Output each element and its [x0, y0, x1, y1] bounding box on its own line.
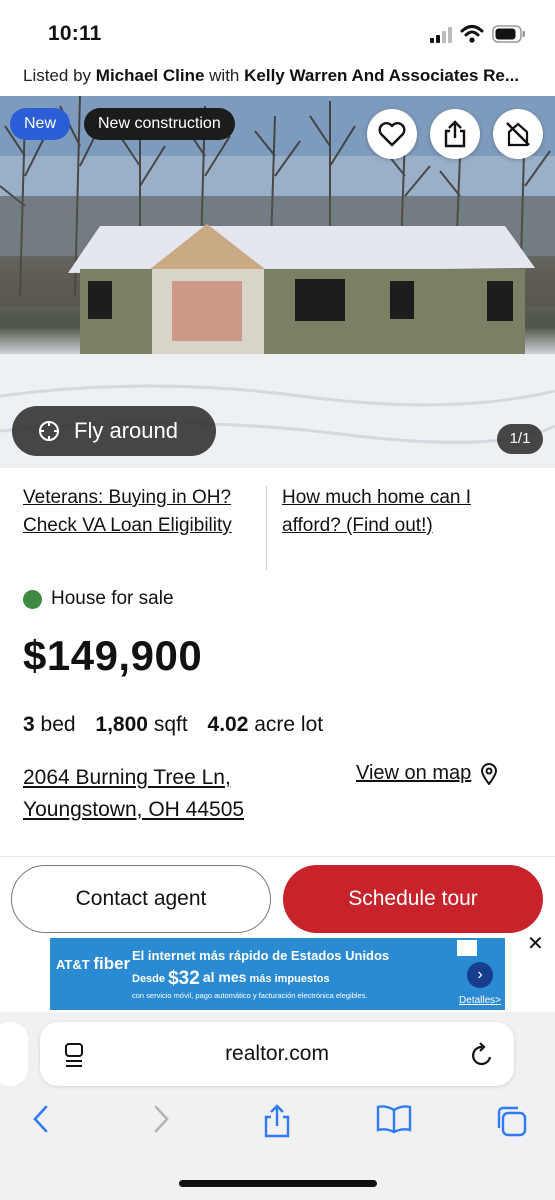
- sqft-value: 1,800: [95, 713, 148, 736]
- view-on-map-label: View on map: [356, 762, 472, 784]
- drone-icon: [39, 421, 59, 441]
- listing-photo[interactable]: New New construction Fly around 1/1: [0, 96, 555, 468]
- favorite-button[interactable]: [367, 109, 417, 159]
- lot-label: acre lot: [254, 713, 324, 736]
- view-on-map-link[interactable]: View on map: [356, 762, 498, 785]
- status-dot-icon: [23, 589, 42, 609]
- url-text: realtor.com: [225, 1042, 329, 1065]
- ad-close-icon[interactable]: ✕: [527, 931, 544, 956]
- ad-brand: AT&T fiber: [56, 954, 130, 974]
- affordability-link[interactable]: How much home can I afford? (Find out!): [282, 484, 532, 540]
- address-link[interactable]: 2064 Burning Tree Ln, Youngstown, OH 445…: [23, 762, 244, 826]
- bookmarks-icon[interactable]: [376, 1104, 412, 1134]
- contact-agent-button[interactable]: Contact agent: [11, 865, 271, 933]
- ad-price: $32: [168, 968, 200, 989]
- address-line-1: 2064 Burning Tree Ln,: [23, 766, 231, 789]
- map-pin-icon: [481, 762, 498, 785]
- schedule-tour-button[interactable]: Schedule tour: [283, 865, 543, 933]
- listing-price: $149,900: [23, 632, 203, 679]
- hide-listing-button[interactable]: [493, 109, 543, 159]
- battery-icon: [492, 25, 525, 43]
- cellular-signal-icon: [430, 27, 452, 43]
- listing-status: House for sale: [23, 588, 174, 610]
- previous-tab-pill[interactable]: [0, 1022, 28, 1086]
- address-line-2: Youngstown, OH 44505: [23, 798, 245, 821]
- ad-fine-print: con servicio móvil, pago automático y fa…: [132, 991, 368, 1000]
- status-bar: 10:11: [0, 0, 555, 62]
- reload-icon[interactable]: [470, 1042, 494, 1068]
- share-icon: [444, 120, 466, 148]
- tabs-icon[interactable]: [494, 1104, 528, 1138]
- listing-status-label: House for sale: [51, 588, 174, 609]
- fly-around-button[interactable]: Fly around: [12, 406, 216, 456]
- ad-headline: El internet más rápido de Estados Unidos: [132, 948, 390, 963]
- wifi-icon: [460, 25, 484, 43]
- ad-brand-att: AT&T: [56, 957, 90, 972]
- action-bar: Contact agent Schedule tour: [0, 856, 555, 938]
- browser-toolbar: realtor.com: [0, 1012, 555, 1200]
- agent-name[interactable]: Michael Cline: [96, 66, 205, 85]
- beds-value: 3: [23, 713, 35, 736]
- ad-arrow-icon[interactable]: ›: [467, 962, 493, 988]
- heart-icon: [378, 122, 406, 147]
- ad-desde: Desde: [132, 973, 166, 985]
- listing-credit: Listed by Michael Cline with Kelly Warre…: [23, 66, 543, 86]
- property-facts: 3 bed 1,800 sqft 4.02 acre lot: [23, 713, 323, 737]
- sqft-label: sqft: [153, 713, 188, 736]
- promo-divider: [266, 486, 267, 570]
- photo-counter: 1/1: [497, 424, 543, 454]
- va-loan-link[interactable]: Veterans: Buying in OH? Check VA Loan El…: [23, 484, 253, 540]
- hide-home-icon: [506, 122, 530, 147]
- advertisement-banner[interactable]: AT&T fiber El internet más rápido de Est…: [50, 938, 505, 1010]
- ad-brand-fiber: fiber: [93, 954, 131, 973]
- new-badge: New: [10, 108, 71, 140]
- home-indicator: [179, 1180, 377, 1187]
- new-construction-badge: New construction: [84, 108, 235, 140]
- back-icon[interactable]: [30, 1104, 52, 1134]
- listed-by-label: Listed by: [23, 66, 92, 85]
- beds-label: bed: [40, 713, 76, 736]
- ad-per-month: al mes: [202, 969, 247, 985]
- ad-taxes: más impuestos: [249, 973, 330, 985]
- ad-details-link[interactable]: Detalles>: [459, 995, 501, 1006]
- address-bar[interactable]: realtor.com: [40, 1022, 514, 1086]
- brokerage-name[interactable]: Kelly Warren And Associates Re...: [244, 66, 519, 85]
- fly-around-label: Fly around: [74, 418, 178, 443]
- clock: 10:11: [48, 22, 102, 45]
- share-button[interactable]: [430, 109, 480, 159]
- adchoices-icon[interactable]: [457, 940, 477, 956]
- with-label: with: [209, 66, 240, 85]
- share-sheet-icon[interactable]: [262, 1104, 292, 1138]
- lot-value: 4.02: [207, 713, 249, 736]
- forward-icon[interactable]: [150, 1104, 172, 1134]
- ad-offer: Desde $32 al mes más impuestos: [132, 968, 330, 990]
